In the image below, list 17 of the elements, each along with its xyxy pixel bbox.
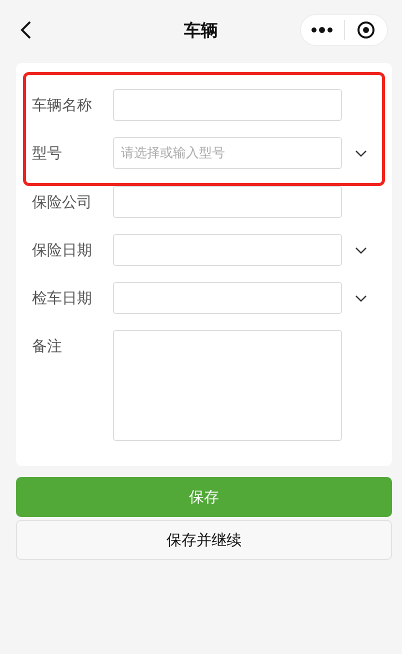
field-label: 保险日期 — [32, 240, 93, 261]
page-title: 车辆 — [184, 20, 218, 42]
input-field[interactable] — [113, 186, 342, 218]
notes-field[interactable] — [113, 330, 342, 441]
more-icon[interactable] — [311, 27, 334, 33]
field-label: 保险公司 — [32, 192, 93, 213]
input-field[interactable] — [113, 234, 342, 266]
save-continue-button[interactable]: 保存并继续 — [16, 520, 392, 560]
field-label: 车辆名称 — [32, 95, 93, 116]
field-label: 型号 — [32, 143, 63, 164]
field-label: 备注 — [32, 336, 63, 357]
back-icon[interactable] — [20, 21, 32, 39]
field-label: 检车日期 — [32, 288, 93, 309]
input-field[interactable] — [113, 89, 342, 121]
close-icon[interactable] — [356, 21, 375, 39]
input-field[interactable] — [113, 282, 342, 314]
input-field[interactable]: 请选择或输入型号 — [113, 137, 342, 169]
